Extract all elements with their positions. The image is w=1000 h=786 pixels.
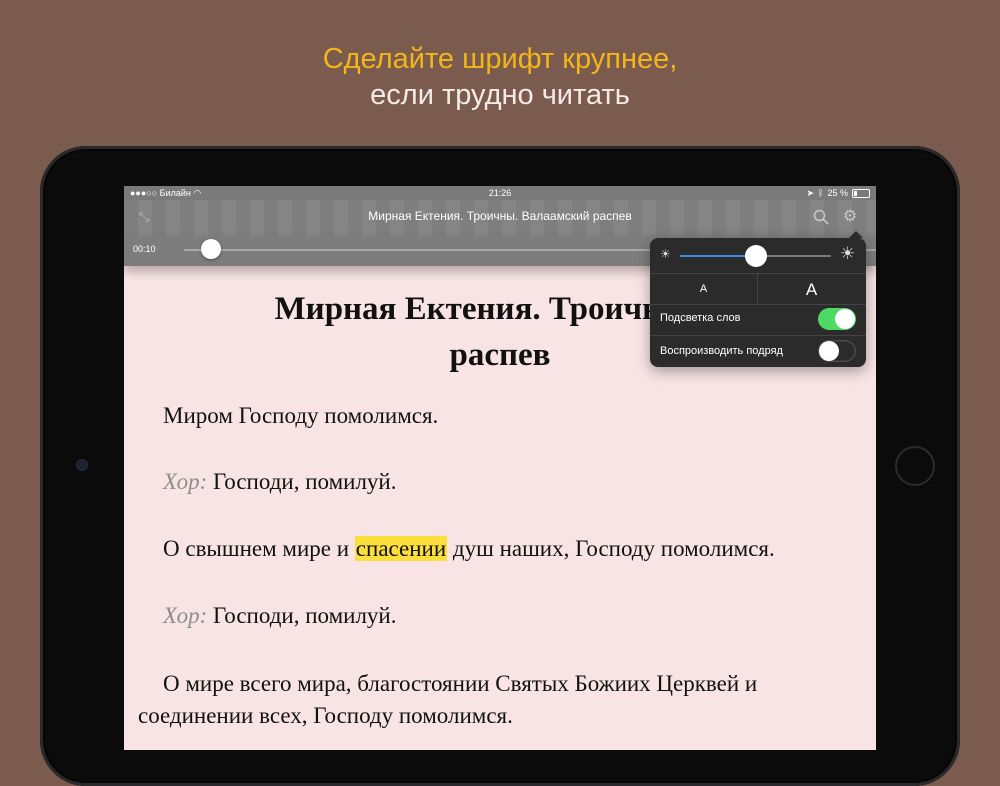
text-paragraph: Хор: Господи, помилуй. [163,469,397,494]
brightness-low-icon: ☀ [660,247,671,261]
font-increase-button[interactable]: A [758,275,865,304]
status-time: 21:26 [488,188,512,198]
reading-settings-popover: ☀ ☀ A A Подсветка слов Воспроизводить по… [650,231,866,367]
autoplay-toggle[interactable] [818,340,856,362]
nav-bar: ⤡ Мирная Ектения. Троичны. Валаамский ра… [124,200,876,236]
font-decrease-button[interactable]: A [650,275,757,304]
brightness-slider-thumb[interactable] [744,245,767,267]
text-paragraph: О свышнем мире и спасении душ наших, Гос… [163,536,775,561]
divider [650,273,866,274]
elapsed-time: 00:10 [133,244,156,254]
promo-subline: если трудно читать [370,79,630,111]
nav-title: Мирная Ектения. Троичны. Валаамский расп… [368,209,632,223]
battery-percent: 25 % [827,188,848,198]
location-icon: ➤ [806,188,815,198]
status-bar: ●●●○○ Билайн ◠ 21:26 ➤ ᛒ 25 % [124,186,876,200]
gear-icon[interactable]: ⚙ [841,208,859,226]
text-paragraph: О мире всего мира, благостоянии Святых Б… [138,671,758,728]
battery-icon [852,188,870,198]
autoplay-label: Воспроизводить подряд [660,345,783,357]
word-highlight-label: Подсветка слов [660,312,741,324]
audio-progress-thumb[interactable] [201,239,221,259]
promo-headline: Сделайте шрифт крупнее, [322,43,678,75]
text-paragraph: Миром Господу помолимся. [163,403,439,428]
bluetooth-icon: ᛒ [818,188,824,198]
divider [650,335,866,336]
brightness-track[interactable] [755,255,831,257]
highlighted-word: спасении [354,536,448,561]
search-icon[interactable] [812,208,830,226]
home-button[interactable] [895,446,935,486]
text-paragraph: Хор: Господи, помилуй. [163,603,397,628]
choir-label: Хор: [163,603,208,628]
word-highlight-toggle[interactable] [818,308,856,330]
status-right: ➤ ᛒ 25 % [807,186,870,200]
divider [650,304,866,305]
camera-icon [77,460,87,470]
brightness-high-icon: ☀ [840,244,856,263]
choir-label: Хор: [163,469,208,494]
